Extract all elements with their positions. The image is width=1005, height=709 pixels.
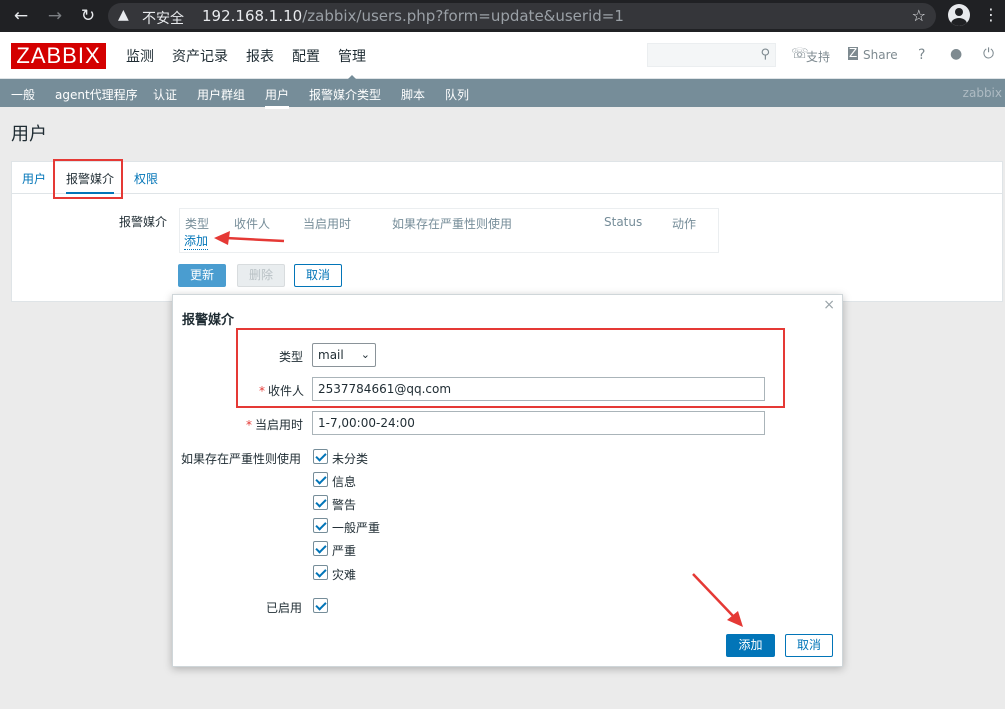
severity-label: 如果存在严重性则使用 bbox=[181, 452, 302, 466]
severity-label-warning: 警告 bbox=[332, 498, 357, 512]
severity-checkbox-information[interactable] bbox=[313, 472, 328, 487]
submenu-user-groups[interactable]: 用户群组 bbox=[197, 86, 245, 103]
enabled-label: 已启用 bbox=[266, 601, 303, 615]
media-dialog: 报警媒介 × 类型 mail ⌄ * 收件人 2537784661@qq.com … bbox=[172, 294, 843, 667]
menu-monitoring[interactable]: 监测 bbox=[126, 46, 154, 66]
update-button[interactable]: 更新 bbox=[178, 264, 226, 287]
star-icon[interactable]: ☆ bbox=[912, 6, 926, 25]
severity-checkbox-not-classified[interactable] bbox=[313, 449, 328, 464]
submenu-scripts[interactable]: 脚本 bbox=[401, 86, 425, 103]
share-link[interactable]: Share bbox=[863, 48, 898, 62]
browser-toolbar: ← → ↻ ▲ 不安全 192.168.1.10/zabbix/users.ph… bbox=[0, 0, 1005, 32]
when-active-label: * 当启用时 bbox=[246, 418, 304, 432]
media-label: 报警媒介 bbox=[119, 215, 168, 229]
chevron-down-icon: ⌄ bbox=[360, 348, 370, 361]
cancel-button[interactable]: 取消 bbox=[294, 264, 342, 287]
kebab-menu-icon[interactable]: ⋮ bbox=[983, 5, 999, 25]
severity-label-information: 信息 bbox=[332, 475, 357, 489]
page-title: 用户 bbox=[11, 124, 47, 145]
add-media-link[interactable]: 添加 bbox=[184, 232, 209, 250]
send-to-label: * 收件人 bbox=[259, 384, 305, 398]
when-active-input[interactable]: 1-7,00:00-24:00 bbox=[312, 411, 765, 435]
col-when-active: 当启用时 bbox=[303, 217, 352, 231]
dialog-title: 报警媒介 bbox=[182, 313, 235, 328]
col-action: 动作 bbox=[672, 217, 697, 231]
security-label: 不安全 bbox=[142, 11, 184, 27]
tab-permissions[interactable]: 权限 bbox=[134, 170, 158, 187]
search-icon[interactable]: ⚲ bbox=[760, 47, 770, 62]
severity-label-not-classified: 未分类 bbox=[332, 452, 369, 466]
profile-icon[interactable] bbox=[948, 4, 970, 26]
main-menu: 监测 资产记录 报表 配置 管理 bbox=[126, 46, 384, 82]
address-bar[interactable]: ▲ 不安全 192.168.1.10/zabbix/users.php?form… bbox=[108, 3, 936, 29]
tab-user[interactable]: 用户 bbox=[22, 170, 46, 187]
severity-label-high: 严重 bbox=[332, 544, 357, 558]
menu-configuration[interactable]: 配置 bbox=[292, 46, 320, 66]
url-text[interactable]: 192.168.1.10/zabbix/users.php?form=updat… bbox=[202, 7, 624, 25]
col-status: Status bbox=[604, 215, 643, 229]
tab-bar: 用户 报警媒介 权限 bbox=[12, 162, 1002, 194]
help-icon[interactable]: ? bbox=[918, 47, 925, 63]
zabbix-logo[interactable]: ZABBIX bbox=[11, 43, 106, 69]
severity-checkbox-average[interactable] bbox=[313, 518, 328, 533]
sub-menu: 一般 agent代理程序 认证 用户群组 用户 报警媒介类型 脚本 队列 zab… bbox=[0, 79, 1005, 109]
severity-checkbox-high[interactable] bbox=[313, 541, 328, 556]
menu-reports[interactable]: 报表 bbox=[246, 46, 274, 66]
enabled-checkbox[interactable] bbox=[313, 598, 328, 613]
media-table: 类型 收件人 当启用时 如果存在严重性则使用 Status 动作 添加 bbox=[179, 208, 719, 253]
dialog-cancel-button[interactable]: 取消 bbox=[785, 634, 833, 657]
severity-label-average: 一般严重 bbox=[332, 521, 381, 535]
reload-icon[interactable]: ↻ bbox=[78, 6, 98, 26]
submenu-proxies[interactable]: agent代理程序 bbox=[55, 86, 138, 103]
severity-label-disaster: 灾难 bbox=[332, 568, 357, 582]
submenu-queue[interactable]: 队列 bbox=[445, 86, 469, 103]
severity-checkbox-disaster[interactable] bbox=[313, 565, 328, 580]
col-send-to: 收件人 bbox=[234, 217, 271, 231]
delete-button[interactable]: 删除 bbox=[237, 264, 285, 287]
arrow-left-icon[interactable]: ← bbox=[11, 6, 31, 26]
arrow-right-icon[interactable]: → bbox=[45, 6, 65, 26]
close-icon[interactable]: × bbox=[823, 297, 835, 313]
submenu-general[interactable]: 一般 bbox=[11, 86, 35, 103]
col-type: 类型 bbox=[185, 217, 210, 231]
submenu-users[interactable]: 用户 bbox=[265, 86, 290, 109]
zabbix-header: ZABBIX 监测 资产记录 报表 配置 管理 ⚲ ☏ 支持 Z Share ?… bbox=[0, 32, 1005, 82]
share-icon: Z bbox=[848, 46, 859, 60]
user-profile-icon[interactable]: ● bbox=[950, 46, 962, 62]
menu-administration[interactable]: 管理 bbox=[338, 46, 366, 82]
submenu-media-types[interactable]: 报警媒介类型 bbox=[309, 86, 381, 103]
menu-inventory[interactable]: 资产记录 bbox=[172, 46, 228, 66]
type-label: 类型 bbox=[279, 350, 304, 364]
annotation-box-tab bbox=[53, 159, 123, 199]
severity-checkbox-warning[interactable] bbox=[313, 495, 328, 510]
send-to-input[interactable]: 2537784661@qq.com bbox=[312, 377, 765, 401]
type-select[interactable]: mail ⌄ bbox=[312, 343, 376, 367]
warning-icon: ▲ bbox=[118, 7, 129, 23]
search-input[interactable]: ⚲ bbox=[647, 43, 776, 67]
user-form-panel: 用户 报警媒介 权限 报警媒介 类型 收件人 当启用时 如果存在严重性则使用 S… bbox=[11, 159, 1003, 302]
dialog-add-button[interactable]: 添加 bbox=[726, 634, 775, 657]
col-severity: 如果存在严重性则使用 bbox=[392, 217, 513, 231]
logout-icon[interactable]: ⏻ bbox=[983, 46, 994, 62]
server-name: zabbix bbox=[962, 86, 1002, 100]
submenu-authentication[interactable]: 认证 bbox=[153, 86, 177, 103]
support-link[interactable]: 支持 bbox=[806, 48, 830, 65]
